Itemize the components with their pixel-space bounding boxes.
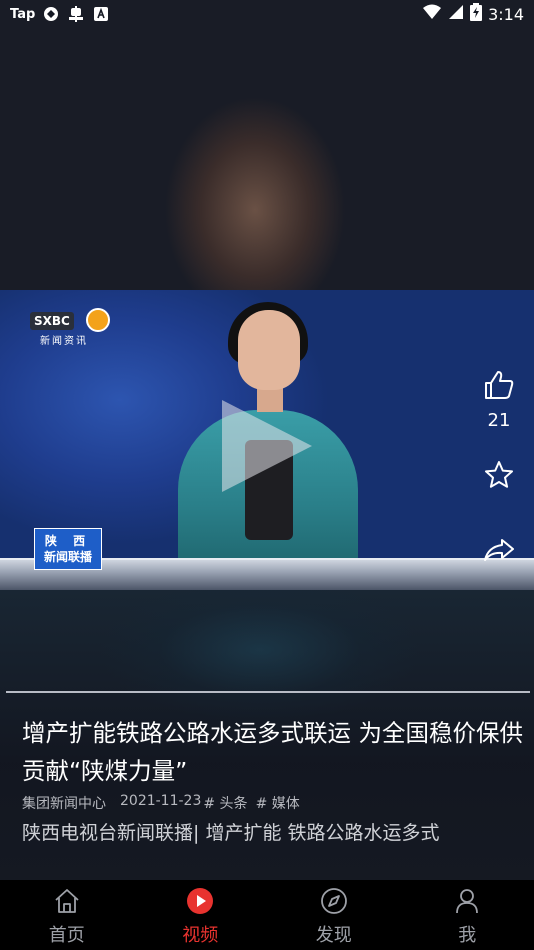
- tab-discover[interactable]: 发现: [267, 880, 401, 950]
- side-actions: 21: [476, 368, 522, 567]
- video-meta: 集团新闻中心 2021-11-23 # 头条 # 媒体: [22, 793, 300, 813]
- channel-logo-sub: 新闻资讯: [40, 336, 88, 347]
- date-label: 2021-11-23: [120, 793, 202, 809]
- tab-video-label: 视频: [182, 925, 219, 946]
- tab-me[interactable]: 我: [401, 880, 534, 950]
- anchor-face: [238, 310, 300, 390]
- home-icon: [53, 887, 81, 919]
- taptap-icon: Tap: [10, 6, 36, 22]
- sync-icon: [43, 6, 59, 22]
- tab-discover-label: 发现: [315, 925, 352, 946]
- channel-logo-text: SXBC: [30, 312, 74, 330]
- status-left-icons: Tap: [10, 5, 109, 23]
- program-tag: 陕 西 新闻联播: [34, 528, 102, 570]
- signal-icon: [448, 4, 464, 24]
- play-icon[interactable]: [222, 400, 312, 492]
- tab-home-label: 首页: [48, 925, 85, 946]
- a-icon: [93, 6, 109, 22]
- person-icon: [453, 887, 481, 919]
- share-icon: [483, 537, 515, 567]
- play-circle-icon: [186, 887, 214, 919]
- thumbs-up-icon: [482, 368, 516, 406]
- tab-home[interactable]: 首页: [0, 880, 134, 950]
- tag-media[interactable]: # 媒体: [256, 793, 300, 813]
- program-tag-line2: 新闻联播: [43, 550, 92, 564]
- video-player[interactable]: SXBC 新闻资讯 陕 西 新闻联播: [0, 290, 534, 590]
- like-count: 21: [487, 410, 511, 431]
- favorite-button[interactable]: [483, 459, 515, 495]
- tag-headline[interactable]: # 头条: [203, 793, 247, 813]
- tab-video[interactable]: 视频: [134, 880, 268, 950]
- wifi-icon: [422, 4, 442, 24]
- program-tag-line1: 陕 西: [44, 534, 92, 548]
- battery-charging-icon: [470, 3, 483, 25]
- star-icon: [483, 459, 515, 495]
- bottom-tab-bar: 首页 视频 发现 我: [0, 880, 534, 950]
- bug-icon: [67, 5, 85, 23]
- source-label: 集团新闻中心: [22, 796, 106, 812]
- compass-icon: [320, 887, 348, 919]
- channel-logo-mark: [86, 308, 110, 332]
- video-title[interactable]: 增产扩能铁路公路水运多式联运 为全国稳价保供贡献“陕煤力量”: [22, 714, 532, 790]
- like-button[interactable]: 21: [482, 368, 516, 431]
- tab-me-label: 我: [458, 925, 477, 946]
- status-right-icons: 3:14: [422, 3, 524, 25]
- channel-logo: SXBC 新闻资讯: [30, 308, 116, 347]
- status-bar: Tap 3:14: [0, 0, 534, 28]
- progress-divider: [6, 691, 530, 693]
- video-description[interactable]: 陕西电视台新闻联播| 增产扩能 铁路公路水运多式: [22, 818, 532, 845]
- share-button[interactable]: [483, 537, 515, 567]
- clock-time: 3:14: [488, 4, 524, 24]
